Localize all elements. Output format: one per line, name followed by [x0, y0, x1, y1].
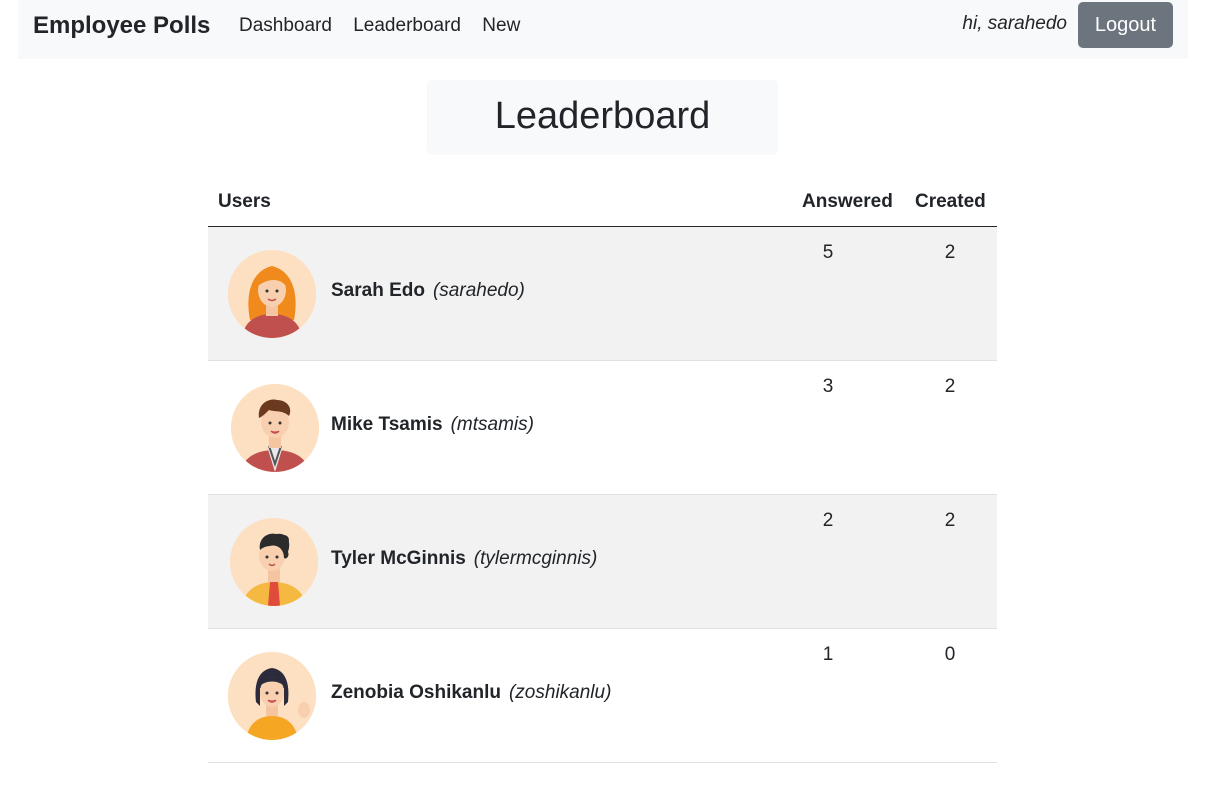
user-handle: (tylermcginnis) — [473, 548, 598, 569]
user-full-name: Mike Tsamis — [331, 414, 443, 435]
header-answered: Answered — [802, 191, 893, 212]
nav-link-dashboard[interactable]: Dashboard — [239, 0, 332, 52]
user-name: Mike Tsamis (mtsamis) — [331, 414, 534, 436]
page-title: Leaderboard — [494, 95, 711, 137]
logout-button[interactable]: Logout — [1078, 2, 1173, 48]
table-row: Zenobia Oshikanlu (zoshikanlu) 1 0 — [208, 629, 997, 763]
user-full-name: Sarah Edo — [331, 280, 425, 301]
leaderboard-table: Users Answered Created Sarah Edo (sarahed… — [208, 180, 997, 763]
table-row: Mike Tsamis (mtsamis) 3 2 — [208, 361, 997, 495]
answered-count: 3 — [822, 376, 834, 397]
man-brown-hair-avatar-icon — [231, 384, 319, 472]
brand-title[interactable]: Employee Polls — [33, 0, 210, 52]
nav-link-leaderboard[interactable]: Leaderboard — [353, 0, 461, 52]
table-header: Users Answered Created — [208, 180, 997, 227]
header-users: Users — [218, 191, 271, 212]
man-curly-hair-avatar-icon — [230, 518, 318, 606]
nav-link-new[interactable]: New — [482, 0, 520, 52]
table-row: Tyler McGinnis (tylermcginnis) 2 2 — [208, 495, 997, 629]
user-greeting: hi, sarahedo — [962, 13, 1067, 34]
created-count: 2 — [944, 242, 956, 263]
page-title-box: Leaderboard — [427, 80, 778, 155]
created-count: 2 — [944, 376, 956, 397]
created-count: 2 — [944, 510, 956, 531]
user-full-name: Tyler McGinnis — [331, 548, 466, 569]
user-name: Sarah Edo (sarahedo) — [331, 280, 525, 302]
answered-count: 2 — [822, 510, 834, 531]
woman-dark-hair-waving-avatar-icon — [228, 652, 316, 740]
header-created: Created — [915, 191, 986, 212]
user-handle: (mtsamis) — [450, 414, 534, 435]
created-count: 0 — [944, 644, 956, 665]
user-full-name: Zenobia Oshikanlu — [331, 682, 501, 703]
table-row: Sarah Edo (sarahedo) 5 2 — [208, 227, 997, 361]
answered-count: 1 — [822, 644, 834, 665]
user-handle: (zoshikanlu) — [508, 682, 612, 703]
nav-links: Dashboard Leaderboard New — [239, 0, 536, 52]
user-handle: (sarahedo) — [432, 280, 525, 301]
top-navbar: Employee Polls Dashboard Leaderboard New… — [18, 0, 1188, 59]
user-name: Tyler McGinnis (tylermcginnis) — [331, 548, 597, 570]
woman-orange-hair-avatar-icon — [228, 250, 316, 338]
answered-count: 5 — [822, 242, 834, 263]
user-name: Zenobia Oshikanlu (zoshikanlu) — [331, 682, 611, 704]
